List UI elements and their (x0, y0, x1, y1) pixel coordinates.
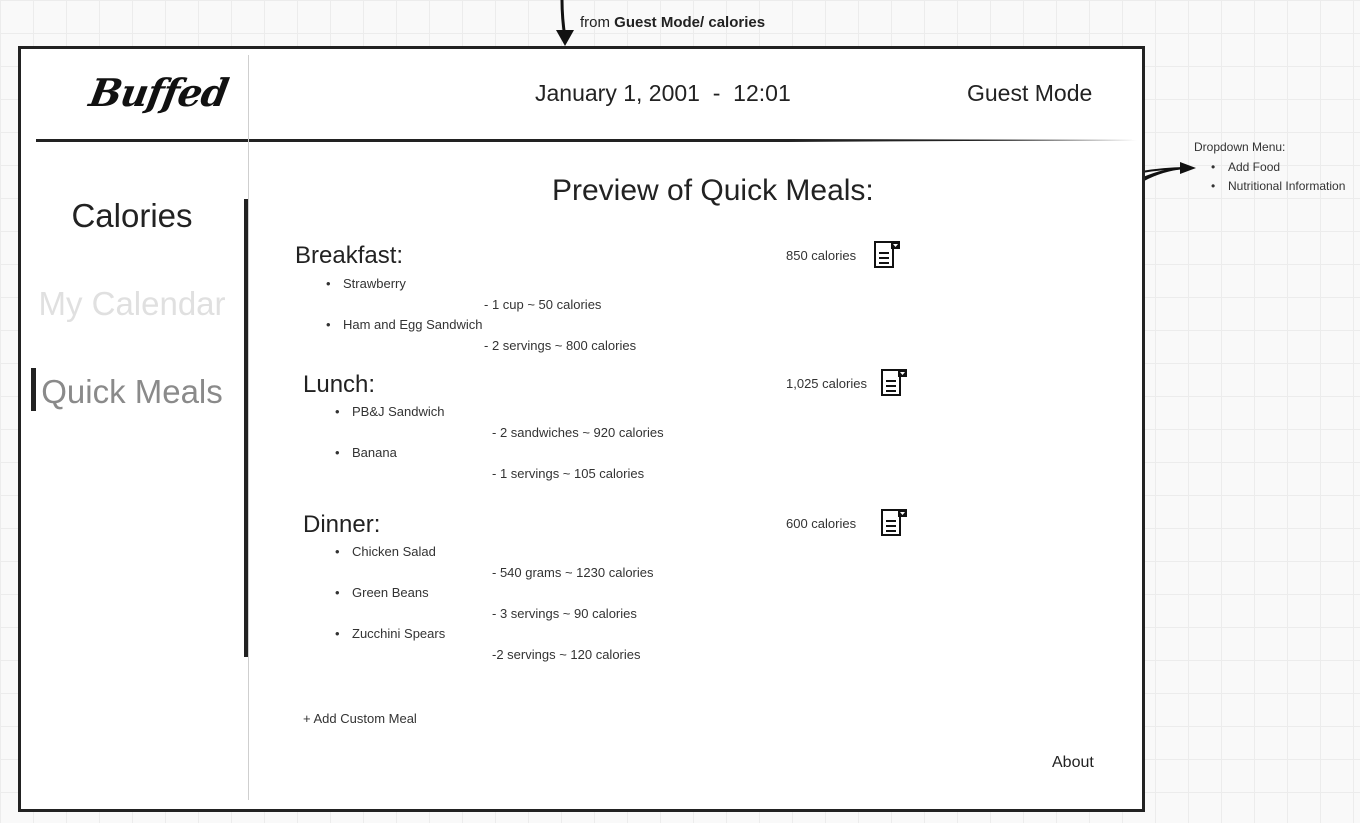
item-detail: -2 servings ~ 120 calories (492, 647, 641, 662)
list-item: Green Beans (335, 585, 429, 600)
page-title: Preview of Quick Meals: (552, 174, 874, 207)
dropdown-note-label: Dropdown Menu: (1194, 140, 1286, 154)
dropdown-menu-icon[interactable] (881, 369, 907, 397)
item-detail: - 1 servings ~ 105 calories (492, 466, 645, 481)
meal-calories-dinner: 600 calories (786, 516, 857, 531)
dropdown-note-item: Add Food (1211, 160, 1280, 174)
list-item: Chicken Salad (335, 544, 436, 559)
header-divider-taper (788, 139, 1137, 142)
dropdown-note-item: Nutritional Information (1211, 179, 1345, 193)
list-item: Zucchini Spears (335, 626, 445, 641)
list-item: Ham and Egg Sandwich (326, 317, 483, 332)
item-detail: - 3 servings ~ 90 calories (492, 606, 637, 621)
item-detail: - 2 sandwiches ~ 920 calories (492, 425, 664, 440)
add-custom-meal-button[interactable]: + Add Custom Meal (303, 711, 417, 726)
meal-calories-breakfast: 850 calories (786, 248, 857, 263)
sidebar-scrollbar[interactable] (244, 199, 248, 657)
item-detail: - 2 servings ~ 800 calories (484, 338, 637, 353)
about-link[interactable]: About (1052, 754, 1094, 772)
sidebar-item-quick-meals[interactable]: Quick Meals (18, 373, 246, 411)
item-detail: - 1 cup ~ 50 calories (484, 297, 602, 312)
meal-title-breakfast: Breakfast: (295, 242, 404, 269)
dropdown-menu-icon[interactable] (881, 509, 907, 537)
item-detail: - 540 grams ~ 1230 calories (492, 565, 654, 580)
meal-calories-lunch: 1,025 calories (786, 376, 867, 391)
sidebar-item-my-calendar[interactable]: My Calendar (18, 285, 246, 323)
list-item: PB&J Sandwich (335, 404, 444, 419)
meal-title-dinner: Dinner: (303, 511, 381, 538)
sidebar-item-calories[interactable]: Calories (18, 197, 246, 235)
list-item: Strawberry (326, 276, 406, 291)
list-item: Banana (335, 445, 397, 460)
meal-title-lunch: Lunch: (303, 371, 376, 398)
dropdown-menu-icon[interactable] (874, 241, 900, 269)
sidebar-divider (248, 55, 249, 800)
